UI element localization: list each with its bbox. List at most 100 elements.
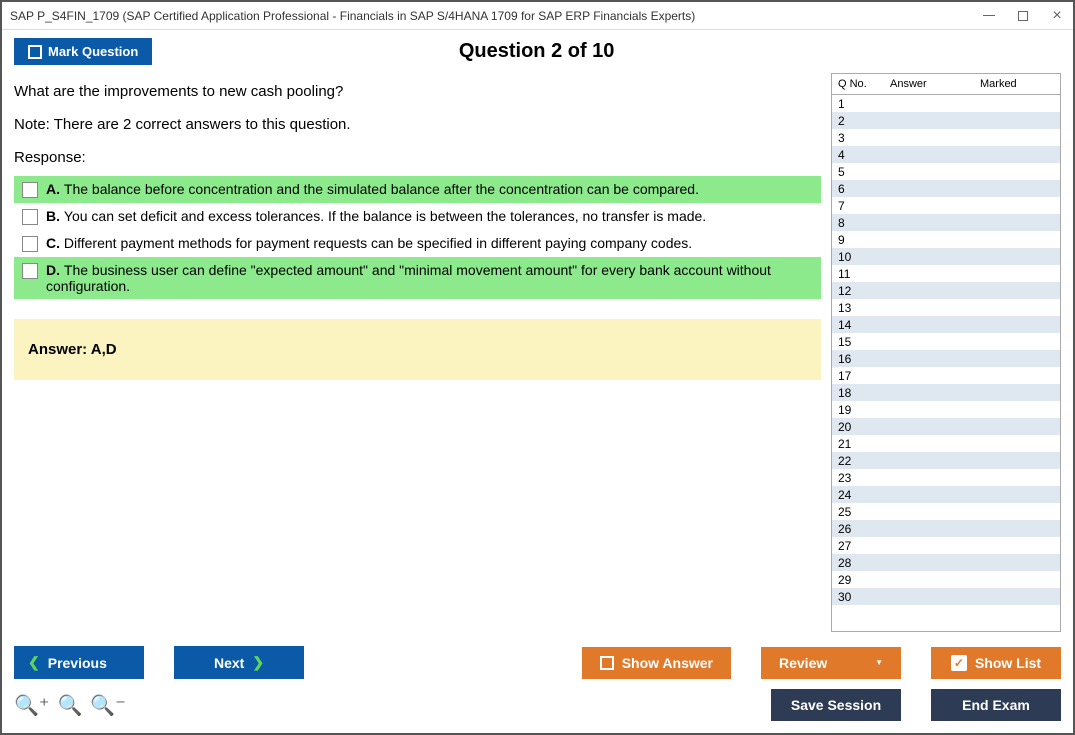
nav-row[interactable]: 2 xyxy=(832,112,1060,129)
window-title: SAP P_S4FIN_1709 (SAP Certified Applicat… xyxy=(10,9,981,23)
footer-row-1: ❮ Previous Next ❯ Show Answer Review ▼ ✓… xyxy=(14,646,1061,679)
nav-row-number: 25 xyxy=(838,505,868,519)
choice-checkbox[interactable] xyxy=(22,182,38,198)
nav-row-number: 4 xyxy=(838,148,868,162)
nav-row[interactable]: 11 xyxy=(832,265,1060,282)
mark-question-button[interactable]: Mark Question xyxy=(14,38,152,65)
previous-label: Previous xyxy=(48,655,107,671)
previous-button[interactable]: ❮ Previous xyxy=(14,646,144,679)
zoom-reset-icon[interactable]: 🔍 xyxy=(57,693,82,718)
checkbox-icon xyxy=(600,656,614,670)
choice-text: D. The business user can define "expecte… xyxy=(46,262,813,294)
nav-row-number: 7 xyxy=(838,199,868,213)
save-session-label: Save Session xyxy=(791,697,881,713)
response-label: Response: xyxy=(14,149,821,166)
nav-row-number: 6 xyxy=(838,182,868,196)
show-list-button[interactable]: ✓ Show List xyxy=(931,647,1061,679)
choice-checkbox[interactable] xyxy=(22,209,38,225)
nav-row[interactable]: 9 xyxy=(832,231,1060,248)
nav-row-number: 10 xyxy=(838,250,868,264)
zoom-in-icon[interactable]: 🔍⁺ xyxy=(14,693,49,718)
choice-text: A. The balance before concentration and … xyxy=(46,181,699,197)
nav-row-number: 12 xyxy=(838,284,868,298)
next-button[interactable]: Next ❯ xyxy=(174,646,304,679)
chevron-left-icon: ❮ xyxy=(28,654,40,671)
nav-row-number: 11 xyxy=(838,267,868,281)
save-session-button[interactable]: Save Session xyxy=(771,689,901,721)
review-button[interactable]: Review ▼ xyxy=(761,647,901,679)
nav-row-number: 2 xyxy=(838,114,868,128)
nav-row[interactable]: 8 xyxy=(832,214,1060,231)
question-panel: What are the improvements to new cash po… xyxy=(14,73,831,632)
show-answer-button[interactable]: Show Answer xyxy=(582,647,731,679)
nav-row-number: 13 xyxy=(838,301,868,315)
nav-row-number: 22 xyxy=(838,454,868,468)
nav-row[interactable]: 17 xyxy=(832,367,1060,384)
choice-text: C. Different payment methods for payment… xyxy=(46,235,692,251)
choice-text: B. You can set deficit and excess tolera… xyxy=(46,208,706,224)
nav-row-number: 16 xyxy=(838,352,868,366)
nav-row[interactable]: 26 xyxy=(832,520,1060,537)
nav-row[interactable]: 10 xyxy=(832,248,1060,265)
nav-row[interactable]: 6 xyxy=(832,180,1060,197)
header-row: Mark Question Question 2 of 10 xyxy=(2,30,1073,73)
nav-row[interactable]: 4 xyxy=(832,146,1060,163)
col-answer: Answer xyxy=(874,78,980,90)
nav-row[interactable]: 1 xyxy=(832,95,1060,112)
choice-row[interactable]: B. You can set deficit and excess tolera… xyxy=(14,203,821,230)
end-exam-button[interactable]: End Exam xyxy=(931,689,1061,721)
nav-row[interactable]: 16 xyxy=(832,350,1060,367)
choice-checkbox[interactable] xyxy=(22,263,38,279)
nav-row-number: 20 xyxy=(838,420,868,434)
nav-row-number: 27 xyxy=(838,539,868,553)
nav-row[interactable]: 5 xyxy=(832,163,1060,180)
nav-row[interactable]: 30 xyxy=(832,588,1060,605)
nav-row[interactable]: 20 xyxy=(832,418,1060,435)
close-button[interactable]: × xyxy=(1049,8,1065,24)
nav-row[interactable]: 25 xyxy=(832,503,1060,520)
minimize-button[interactable] xyxy=(981,8,997,24)
nav-row[interactable]: 28 xyxy=(832,554,1060,571)
nav-row-number: 18 xyxy=(838,386,868,400)
nav-row-number: 14 xyxy=(838,318,868,332)
nav-row[interactable]: 18 xyxy=(832,384,1060,401)
nav-row[interactable]: 22 xyxy=(832,452,1060,469)
nav-row-number: 24 xyxy=(838,488,868,502)
nav-row[interactable]: 21 xyxy=(832,435,1060,452)
nav-row-number: 21 xyxy=(838,437,868,451)
nav-row[interactable]: 23 xyxy=(832,469,1060,486)
nav-header: Q No. Answer Marked xyxy=(832,74,1060,95)
choice-checkbox[interactable] xyxy=(22,236,38,252)
question-nav-panel: Q No. Answer Marked 12345678910111213141… xyxy=(831,73,1061,632)
nav-row[interactable]: 24 xyxy=(832,486,1060,503)
footer: ❮ Previous Next ❯ Show Answer Review ▼ ✓… xyxy=(2,638,1073,733)
nav-row-number: 19 xyxy=(838,403,868,417)
nav-row[interactable]: 13 xyxy=(832,299,1060,316)
nav-body[interactable]: 1234567891011121314151617181920212223242… xyxy=(832,95,1060,631)
nav-row[interactable]: 29 xyxy=(832,571,1060,588)
col-marked: Marked xyxy=(980,78,1054,90)
chevron-right-icon: ❯ xyxy=(252,654,264,671)
choice-row[interactable]: D. The business user can define "expecte… xyxy=(14,257,821,299)
next-label: Next xyxy=(214,655,244,671)
mark-label: Mark Question xyxy=(48,44,138,59)
nav-row[interactable]: 15 xyxy=(832,333,1060,350)
review-label: Review xyxy=(779,655,827,671)
footer-row-2: 🔍⁺ 🔍 🔍⁻ Save Session End Exam xyxy=(14,689,1061,721)
question-note: Note: There are 2 correct answers to thi… xyxy=(14,116,821,133)
maximize-button[interactable] xyxy=(1015,8,1031,24)
nav-row-number: 30 xyxy=(838,590,868,604)
checked-icon: ✓ xyxy=(951,655,967,671)
nav-row[interactable]: 19 xyxy=(832,401,1060,418)
nav-row-number: 23 xyxy=(838,471,868,485)
nav-row[interactable]: 12 xyxy=(832,282,1060,299)
choice-row[interactable]: C. Different payment methods for payment… xyxy=(14,230,821,257)
nav-row[interactable]: 3 xyxy=(832,129,1060,146)
choice-row[interactable]: A. The balance before concentration and … xyxy=(14,176,821,203)
nav-row-number: 3 xyxy=(838,131,868,145)
nav-row-number: 15 xyxy=(838,335,868,349)
zoom-out-icon[interactable]: 🔍⁻ xyxy=(90,693,125,718)
nav-row[interactable]: 14 xyxy=(832,316,1060,333)
nav-row[interactable]: 7 xyxy=(832,197,1060,214)
nav-row[interactable]: 27 xyxy=(832,537,1060,554)
